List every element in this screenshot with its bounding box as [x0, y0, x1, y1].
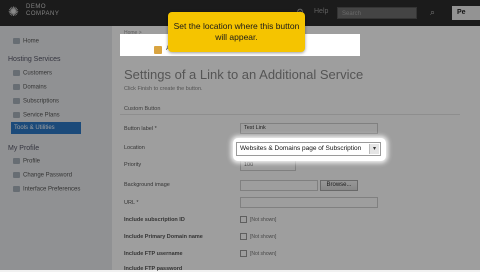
location-highlight: Websites & Domains page of Subscription …	[233, 138, 386, 161]
link-icon	[154, 46, 162, 54]
location-select[interactable]: Websites & Domains page of Subscription …	[236, 142, 381, 156]
location-select-value: Websites & Domains page of Subscription	[240, 145, 362, 152]
tooltip-text: Set the location where this button will …	[173, 21, 300, 42]
dropdown-arrow-icon[interactable]: ▾	[369, 144, 379, 154]
tutorial-tooltip: Set the location where this button will …	[168, 12, 305, 52]
